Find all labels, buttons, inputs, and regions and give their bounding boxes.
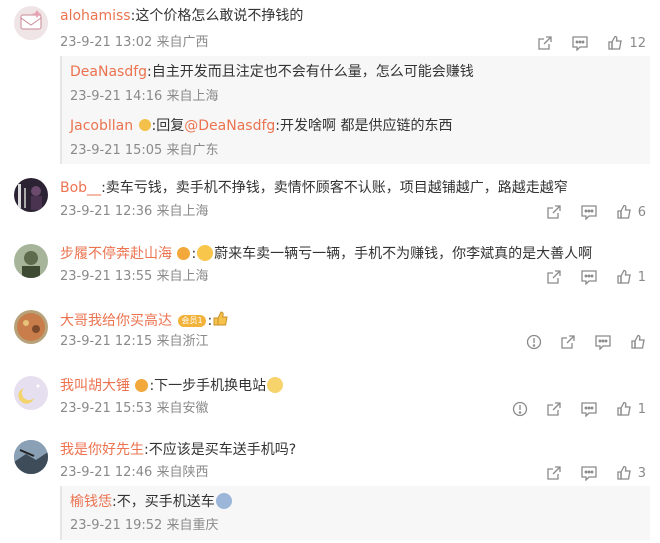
- comment-icon: [580, 465, 598, 481]
- like-button[interactable]: 12: [607, 35, 646, 51]
- like-icon: [616, 465, 632, 481]
- like-count: 1: [637, 269, 646, 285]
- laugh-emoji-icon: [197, 245, 214, 261]
- avatar[interactable]: [14, 6, 48, 40]
- share-button[interactable]: [546, 269, 562, 285]
- share-icon: [546, 401, 562, 417]
- reply-text: :不，买手机送车: [112, 494, 215, 510]
- comment-icon: [580, 269, 598, 285]
- like-icon: [607, 35, 623, 51]
- avatar[interactable]: [14, 244, 48, 278]
- like-icon: [616, 204, 632, 220]
- reply-username[interactable]: 榆钱恁: [70, 494, 112, 510]
- share-button[interactable]: [546, 401, 562, 417]
- username[interactable]: 我叫胡大锤: [60, 378, 130, 394]
- reply-username[interactable]: DeaNasdfg: [70, 64, 147, 80]
- username[interactable]: Bob__: [60, 180, 101, 196]
- report-button[interactable]: [512, 401, 528, 417]
- avatar[interactable]: [14, 310, 48, 344]
- timestamp: 23-9-21 14:16: [70, 89, 163, 104]
- location: 来自陕西: [156, 465, 209, 480]
- comment-text-prefix: :: [191, 246, 197, 262]
- comment-icon: [580, 204, 598, 220]
- timestamp: 23-9-21 12:15: [60, 334, 153, 349]
- location: 来自广西: [156, 35, 209, 50]
- share-icon: [546, 269, 562, 285]
- member-badge: 会员1: [178, 315, 206, 327]
- comment-button[interactable]: [580, 465, 598, 481]
- comment-icon: [571, 35, 589, 51]
- avatar[interactable]: [14, 178, 48, 212]
- comment-text: :下一步手机换电站: [149, 378, 267, 394]
- report-icon: [526, 334, 542, 350]
- comment-button[interactable]: [580, 401, 598, 417]
- like-button[interactable]: [630, 334, 646, 350]
- share-button[interactable]: [560, 334, 576, 350]
- comment-text: 蔚来车卖一辆亏一辆，手机不为赚钱，你李斌真的是大善人啊: [214, 246, 593, 262]
- comment-icon: [580, 401, 598, 417]
- share-button[interactable]: [546, 465, 562, 481]
- comment-text: :不应该是买车送手机吗?: [144, 442, 297, 458]
- avatar[interactable]: [14, 376, 48, 410]
- comment-button[interactable]: [571, 35, 589, 51]
- like-button[interactable]: 1: [616, 401, 646, 417]
- share-icon: [560, 334, 576, 350]
- location: 来自安徽: [156, 401, 209, 416]
- thumbs-up-emoji-icon: [212, 310, 230, 328]
- vip-badge-icon: [135, 379, 149, 392]
- mention-link[interactable]: @DeaNasdfg: [184, 118, 275, 134]
- location: 来自上海: [166, 89, 219, 104]
- location: 来自广东: [166, 143, 219, 158]
- username[interactable]: 大哥我给你买高达: [60, 313, 172, 329]
- comment-button[interactable]: [594, 334, 612, 350]
- reply-text: :开发啥啊 都是供应链的东西: [275, 118, 453, 134]
- location: 来自重庆: [166, 518, 219, 533]
- share-icon: [537, 35, 553, 51]
- like-count: 3: [637, 465, 646, 481]
- reply-username[interactable]: Jacobllan: [70, 118, 133, 134]
- shocked-emoji-icon: [215, 493, 232, 509]
- cat-emoji-icon: [267, 377, 284, 393]
- comment-button[interactable]: [580, 269, 598, 285]
- like-count: 1: [637, 401, 646, 417]
- reply-divider: [60, 486, 62, 540]
- comment-text: :这个价格怎么敢说不挣钱的: [130, 8, 304, 24]
- timestamp: 23-9-21 12:46: [60, 465, 153, 480]
- report-icon: [512, 401, 528, 417]
- share-button[interactable]: [537, 35, 553, 51]
- like-count: 6: [637, 204, 646, 220]
- timestamp: 23-9-21 12:36: [60, 204, 153, 219]
- comment-icon: [594, 334, 612, 350]
- like-button[interactable]: 3: [616, 465, 646, 481]
- username[interactable]: 我是你好先生: [60, 442, 144, 458]
- comment-button[interactable]: [580, 204, 598, 220]
- like-button[interactable]: 6: [616, 204, 646, 220]
- reply-text: :自主开发而且注定也不会有什么量，怎么可能会赚钱: [147, 64, 474, 80]
- timestamp: 23-9-21 13:55: [60, 269, 153, 284]
- comment-text: :卖车亏钱，卖手机不挣钱，卖情怀顾客不认账，项目越铺越广，路越走越窄: [101, 180, 568, 196]
- share-button[interactable]: [546, 204, 562, 220]
- username[interactable]: alohamiss: [60, 8, 131, 24]
- share-icon: [546, 204, 562, 220]
- location: 来自上海: [156, 204, 209, 219]
- timestamp: 23-9-21 15:53: [60, 401, 153, 416]
- like-count: 12: [629, 35, 646, 51]
- location: 来自浙江: [156, 334, 209, 349]
- timestamp: 23-9-21 15:05: [70, 143, 163, 158]
- avatar[interactable]: [14, 440, 48, 474]
- report-button[interactable]: [526, 334, 542, 350]
- username[interactable]: 步履不停奔赴山海: [60, 246, 172, 262]
- vip-badge-icon: [177, 247, 191, 260]
- location: 来自上海: [156, 269, 209, 284]
- like-icon: [616, 401, 632, 417]
- like-button[interactable]: 1: [616, 269, 646, 285]
- like-icon: [616, 269, 632, 285]
- timestamp: 23-9-21 13:02: [60, 35, 153, 50]
- vip-badge-icon: [138, 119, 151, 131]
- reply-divider: [60, 56, 62, 164]
- share-icon: [546, 465, 562, 481]
- reply-prefix: :回复: [151, 118, 185, 134]
- like-icon: [630, 334, 646, 350]
- timestamp: 23-9-21 19:52: [70, 518, 163, 533]
